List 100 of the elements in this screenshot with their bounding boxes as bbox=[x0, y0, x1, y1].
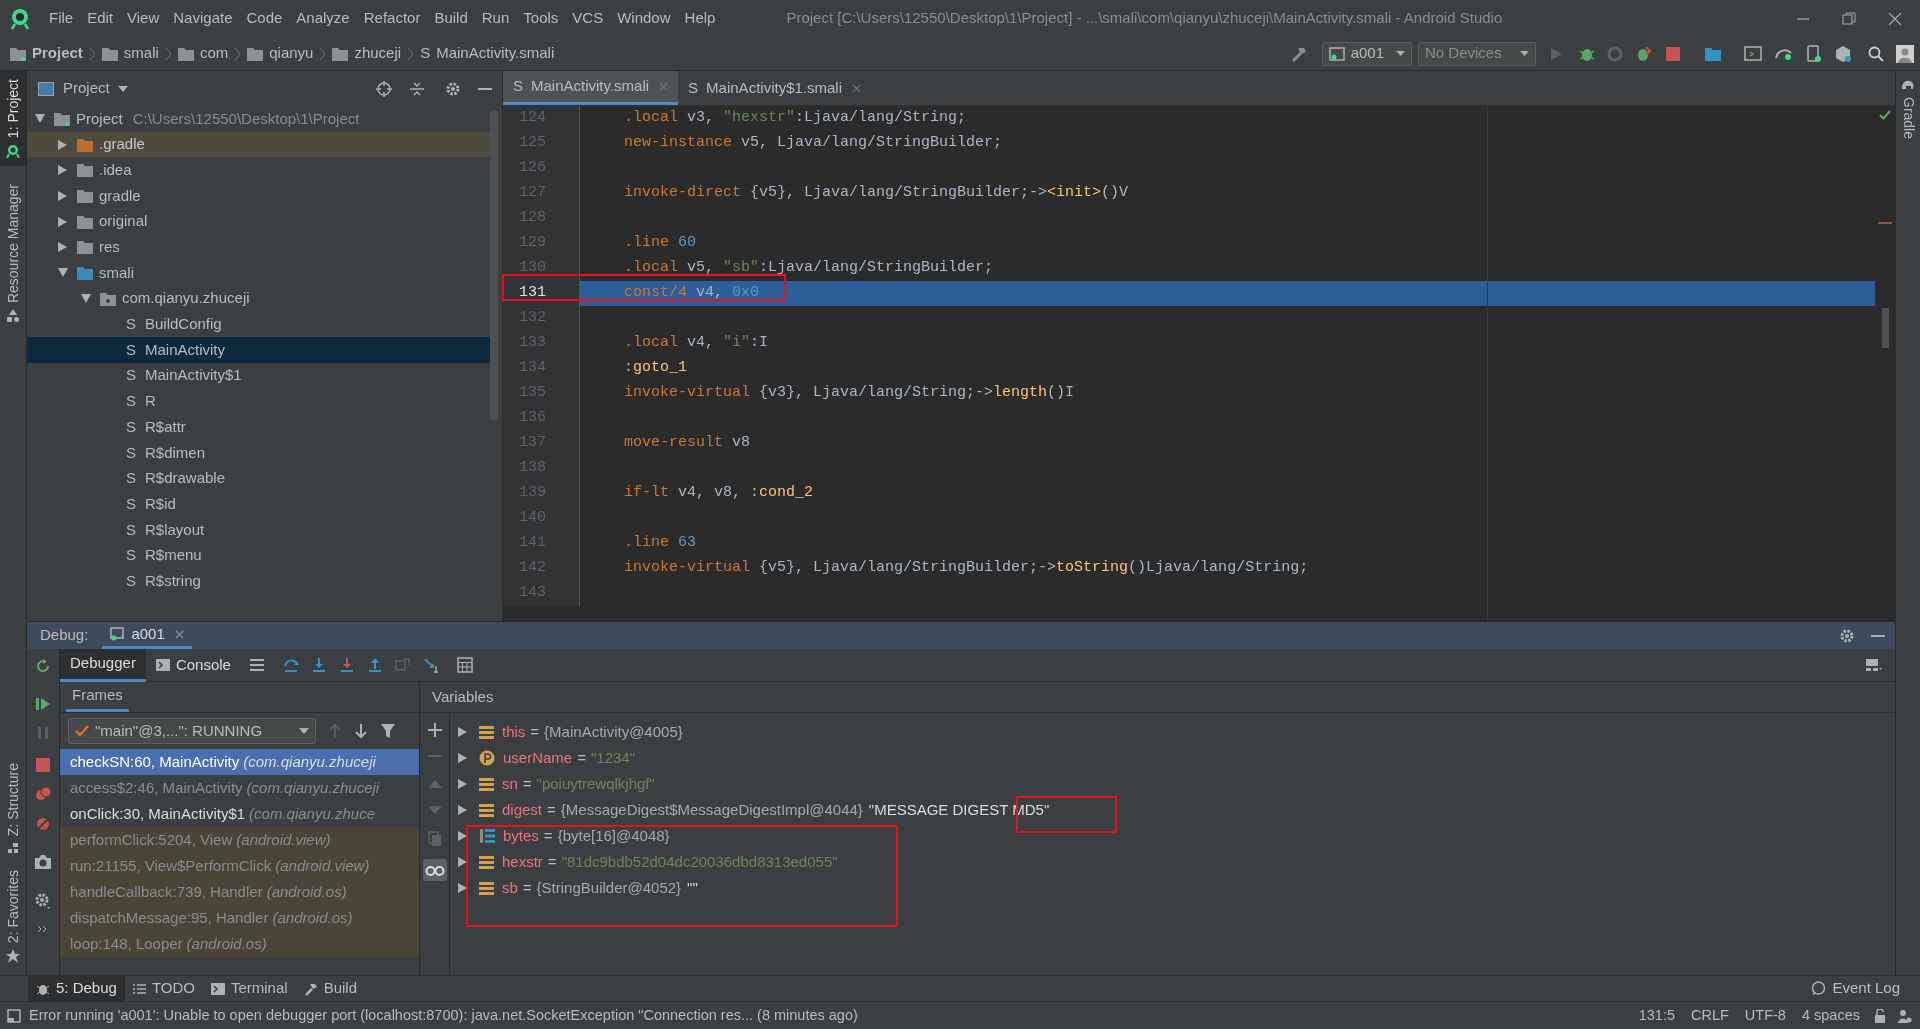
stack-frame[interactable]: checkSN:60, MainActivity (com.qianyu.zhuceji bbox=[60, 749, 419, 775]
tree-item[interactable]: com.qianyu.zhuceji bbox=[27, 285, 490, 312]
tool-window-tab[interactable]: 5: Debug bbox=[28, 975, 125, 1002]
tool-window-tab[interactable]: TODO bbox=[124, 975, 203, 1002]
tool-window-tab[interactable]: 1: Project bbox=[0, 71, 26, 167]
expand-arrow-icon[interactable] bbox=[58, 139, 67, 150]
menu-item[interactable]: Refactor bbox=[356, 7, 428, 30]
menu-item[interactable]: VCS bbox=[565, 7, 611, 30]
folder-icon[interactable] bbox=[1704, 45, 1722, 62]
camera-icon[interactable] bbox=[34, 854, 52, 870]
tree-item[interactable]: Project C:\Users\12550\Desktop\1\Project bbox=[27, 106, 490, 132]
breadcrumb[interactable]: Project bbox=[10, 42, 83, 65]
expand-arrow-icon[interactable] bbox=[58, 190, 67, 201]
variable-row[interactable]: userName = "1234" bbox=[450, 745, 1895, 771]
stack-frame[interactable]: run:21155, View$PerformClick (android.view) bbox=[60, 853, 419, 879]
tool-window-tab[interactable]: Terminal bbox=[202, 975, 296, 1002]
variables-tab[interactable]: Variables bbox=[426, 682, 500, 712]
collapse-arrow-icon[interactable] bbox=[35, 114, 45, 124]
event-log-button[interactable]: Event Log bbox=[1811, 977, 1900, 1000]
menu-icon[interactable] bbox=[248, 658, 265, 672]
scrollbar-thumb[interactable] bbox=[490, 110, 498, 420]
menu-item[interactable]: Tools bbox=[516, 7, 566, 30]
settings-icon[interactable] bbox=[445, 80, 461, 97]
tree-item[interactable]: .gradle bbox=[27, 131, 490, 158]
expand-arrow-icon[interactable] bbox=[458, 831, 467, 841]
expand-arrow-icon[interactable] bbox=[58, 242, 67, 253]
menu-item[interactable]: Analyze bbox=[289, 7, 357, 30]
stack-frame[interactable]: performClick:5204, View (android.view) bbox=[60, 827, 419, 853]
expand-arrow-icon[interactable] bbox=[458, 753, 467, 763]
glasses-icon[interactable] bbox=[422, 859, 447, 881]
down-arrow-icon[interactable] bbox=[354, 723, 368, 739]
locate-icon[interactable] bbox=[376, 80, 392, 97]
tree-item[interactable]: S MainActivity bbox=[27, 337, 490, 363]
tool-window-tab[interactable]: Gradle bbox=[1896, 71, 1920, 148]
stop-icon[interactable] bbox=[1666, 46, 1680, 61]
editor-tab[interactable]: S MainActivity.smali bbox=[503, 71, 679, 105]
collapse-arrow-icon[interactable] bbox=[58, 268, 68, 278]
rerun-icon[interactable] bbox=[35, 658, 51, 674]
line-separator[interactable]: CRLF bbox=[1691, 1004, 1729, 1027]
menu-item[interactable]: View bbox=[120, 7, 167, 30]
breadcrumb[interactable]: S MainActivity.smali bbox=[420, 42, 555, 65]
breadcrumb[interactable]: com bbox=[177, 42, 229, 65]
variable-row[interactable]: sb = {StringBuilder@4052} "" bbox=[450, 875, 1895, 901]
user-avatar-icon[interactable] bbox=[1896, 44, 1914, 63]
tree-item[interactable]: gradle bbox=[27, 183, 490, 209]
evaluate-icon[interactable] bbox=[456, 657, 473, 673]
lock-icon[interactable] bbox=[1874, 1008, 1886, 1023]
stack-frame[interactable]: access$2:46, MainActivity (com.qianyu.zhuceji bbox=[60, 775, 419, 801]
tree-item[interactable]: S R$layout bbox=[27, 517, 490, 543]
tree-item[interactable]: S MainActivity$1 bbox=[27, 362, 490, 389]
run-to-cursor-icon[interactable] bbox=[422, 657, 439, 673]
expand-arrow-icon[interactable] bbox=[458, 883, 467, 893]
collapse-all-icon[interactable] bbox=[409, 80, 425, 97]
filter-icon[interactable] bbox=[380, 723, 396, 739]
status-message[interactable]: Error running 'a001': Unable to open debugger port (localhost:8700): java.net.SocketException "Connection res... (8 minutes ago) bbox=[29, 1004, 858, 1027]
editor-tab[interactable]: S MainActivity$1.smali bbox=[678, 71, 871, 105]
tree-item[interactable]: res bbox=[27, 234, 490, 261]
restore-icon[interactable] bbox=[1842, 11, 1856, 26]
debug-tab[interactable]: Debugger bbox=[60, 648, 146, 682]
step-over-icon[interactable] bbox=[282, 657, 299, 673]
thread-dropdown[interactable]: "main"@3,...": RUNNING bbox=[68, 718, 316, 744]
menu-item[interactable]: Window bbox=[610, 7, 678, 30]
expand-arrow-icon[interactable] bbox=[458, 779, 467, 789]
tree-item[interactable]: S R bbox=[27, 388, 490, 415]
tree-item[interactable]: original bbox=[27, 208, 490, 235]
tree-item[interactable]: S R$id bbox=[27, 491, 490, 517]
phone-icon[interactable] bbox=[1806, 44, 1822, 63]
variable-row[interactable]: this = {MainActivity@4005} bbox=[450, 719, 1895, 745]
tool-window-tab[interactable]: Build bbox=[295, 975, 365, 1002]
settings-icon[interactable] bbox=[1839, 627, 1855, 644]
menu-item[interactable]: Code bbox=[239, 7, 290, 30]
file-encoding[interactable]: UTF-8 bbox=[1744, 1004, 1786, 1027]
variable-row[interactable]: sn = "poiuytrewqlkjhgf" bbox=[450, 771, 1895, 797]
plus-icon[interactable] bbox=[427, 723, 442, 737]
tree-item[interactable]: S BuildConfig bbox=[27, 311, 490, 338]
layout-icon[interactable] bbox=[1865, 658, 1883, 672]
menu-item[interactable]: Run bbox=[474, 7, 517, 30]
menu-item[interactable]: Build bbox=[427, 7, 475, 30]
close-icon[interactable] bbox=[1888, 11, 1902, 26]
menu-item[interactable]: Help bbox=[677, 7, 723, 30]
tree-item[interactable]: S R$drawable bbox=[27, 465, 490, 492]
settings-icon[interactable] bbox=[34, 892, 52, 910]
breakpoints-icon[interactable] bbox=[35, 786, 51, 802]
breadcrumb[interactable]: zhuceji bbox=[332, 42, 402, 65]
tree-item[interactable]: smali bbox=[27, 260, 490, 286]
package-icon[interactable] bbox=[1834, 44, 1852, 63]
status-panel-icon[interactable] bbox=[7, 1008, 21, 1023]
mute-breakpoints-icon[interactable] bbox=[35, 816, 51, 832]
frames-tab[interactable]: Frames bbox=[66, 682, 129, 712]
expand-arrow-icon[interactable] bbox=[458, 857, 467, 867]
caret-position[interactable]: 131:5 bbox=[1638, 1004, 1675, 1027]
breadcrumb[interactable]: qianyu bbox=[247, 42, 314, 65]
indent-setting[interactable]: 4 spaces bbox=[1801, 1004, 1860, 1027]
breadcrumb[interactable]: smali bbox=[101, 42, 159, 65]
tree-item[interactable]: S R$dimen bbox=[27, 439, 490, 466]
expand-arrow-icon[interactable] bbox=[458, 727, 467, 737]
close-icon[interactable] bbox=[174, 629, 184, 639]
expand-arrow-icon[interactable] bbox=[58, 216, 67, 227]
scrollbar-thumb[interactable] bbox=[1881, 308, 1889, 348]
stack-frame[interactable]: dispatchMessage:95, Handler (android.os) bbox=[60, 905, 419, 931]
